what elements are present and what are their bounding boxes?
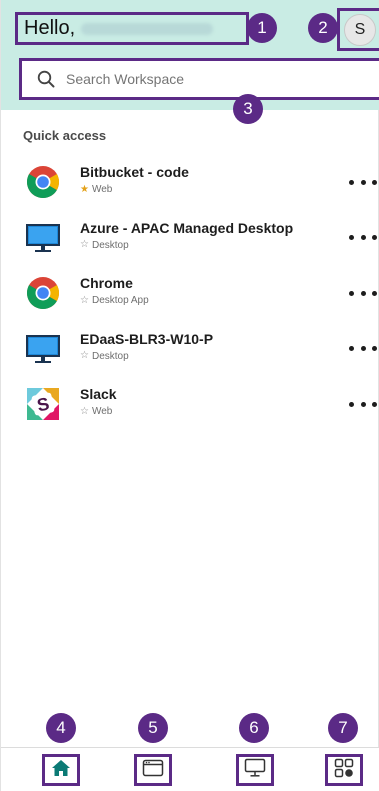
- quick-access-title: Quick access: [23, 128, 107, 143]
- account-button[interactable]: S: [337, 8, 379, 51]
- app-type-label: Web: [91, 184, 113, 195]
- nav-apps-button[interactable]: [134, 754, 172, 786]
- more-dot: [349, 346, 354, 351]
- app-type-label: Web: [91, 406, 113, 417]
- more-dot: [360, 179, 366, 185]
- chrome-icon: [25, 275, 61, 311]
- more-dot: [349, 401, 354, 407]
- more-dot: [349, 235, 354, 240]
- app-type: ☆ Desktop: [80, 351, 129, 362]
- app-name: Bitbucket - code: [80, 164, 189, 180]
- list-item[interactable]: Bitbucket - code ★ Web: [1, 162, 379, 218]
- more-options-button[interactable]: [349, 283, 377, 303]
- quick-access-list: Bitbucket - code ★ Web Azure - APAC Mana…: [1, 162, 379, 440]
- app-name: EDaaS-BLR3-W10-P: [80, 330, 214, 347]
- bottom-nav: [1, 747, 379, 791]
- nav-more-button[interactable]: [325, 754, 363, 786]
- workspace-app: Hello, S 1 2 3 4 5 6 7 Quick access: [0, 0, 379, 791]
- list-item[interactable]: Chrome ☆ Desktop App: [1, 273, 379, 329]
- more-dot: [349, 179, 354, 185]
- more-options-button[interactable]: [349, 172, 377, 192]
- callout-badge-2: 2: [308, 13, 338, 43]
- app-name: Chrome: [80, 275, 133, 291]
- favorite-star-outline-icon[interactable]: ☆: [80, 295, 89, 306]
- favorite-star-outline-icon[interactable]: ☆: [80, 240, 89, 250]
- search-bar[interactable]: [19, 58, 379, 100]
- more-dot: [372, 235, 377, 240]
- app-type-label: Desktop: [91, 350, 129, 362]
- desktop-monitor-icon: [25, 220, 61, 256]
- more-dot: [372, 346, 377, 351]
- callout-badge-1: 1: [247, 13, 277, 43]
- favorite-star-outline-icon[interactable]: ☆: [80, 406, 89, 417]
- search-icon: [36, 69, 56, 89]
- app-name: Azure - APAC Managed Desktop: [80, 219, 294, 236]
- avatar-initial: S: [354, 20, 366, 38]
- more-options-button[interactable]: [349, 228, 377, 248]
- more-dot: [360, 401, 366, 407]
- more-dot: [372, 401, 377, 407]
- desktop-monitor-icon: [25, 331, 61, 367]
- more-dot: [349, 290, 354, 296]
- list-item[interactable]: Azure - APAC Managed Desktop ☆ Desktop: [1, 218, 379, 274]
- favorite-star-filled-icon[interactable]: ★: [80, 184, 89, 195]
- app-type: ★ Web: [80, 184, 112, 195]
- greeting: Hello,: [15, 12, 249, 45]
- callout-badge-5: 5: [138, 713, 168, 743]
- slack-icon: S: [25, 386, 61, 422]
- callout-badge-6: 6: [239, 713, 269, 743]
- callout-badge-3: 3: [233, 94, 263, 124]
- avatar[interactable]: S: [344, 13, 376, 46]
- app-type-label: Desktop App: [91, 295, 149, 306]
- greeting-label: Hello,: [24, 17, 76, 39]
- nav-home-button[interactable]: [42, 754, 80, 786]
- app-type: ☆ Desktop App: [80, 295, 149, 306]
- home-icon: [51, 759, 71, 782]
- grid-more-icon: [334, 758, 354, 783]
- apps-window-icon: [142, 759, 164, 782]
- redacted-username: [81, 22, 214, 35]
- more-dot: [372, 179, 377, 185]
- app-type: ☆ Web: [80, 406, 112, 417]
- more-dot: [360, 346, 366, 351]
- more-options-button[interactable]: [349, 339, 377, 359]
- more-dot: [372, 290, 377, 296]
- search-input[interactable]: [64, 70, 348, 88]
- callout-badge-4: 4: [46, 713, 76, 743]
- list-item[interactable]: EDaaS-BLR3-W10-P ☆ Desktop: [1, 329, 379, 385]
- desktops-icon: [244, 758, 266, 783]
- app-type-label: Desktop: [91, 239, 129, 251]
- nav-desktops-button[interactable]: [236, 754, 274, 786]
- list-item[interactable]: S Slack ☆ Web: [1, 384, 379, 440]
- more-dot: [360, 235, 366, 240]
- app-name: Slack: [80, 386, 117, 402]
- more-options-button[interactable]: [349, 394, 377, 414]
- chrome-icon: [25, 164, 61, 200]
- favorite-star-outline-icon[interactable]: ☆: [80, 351, 89, 361]
- app-type: ☆ Desktop: [80, 240, 129, 251]
- more-dot: [360, 290, 366, 296]
- callout-badge-7: 7: [328, 713, 358, 743]
